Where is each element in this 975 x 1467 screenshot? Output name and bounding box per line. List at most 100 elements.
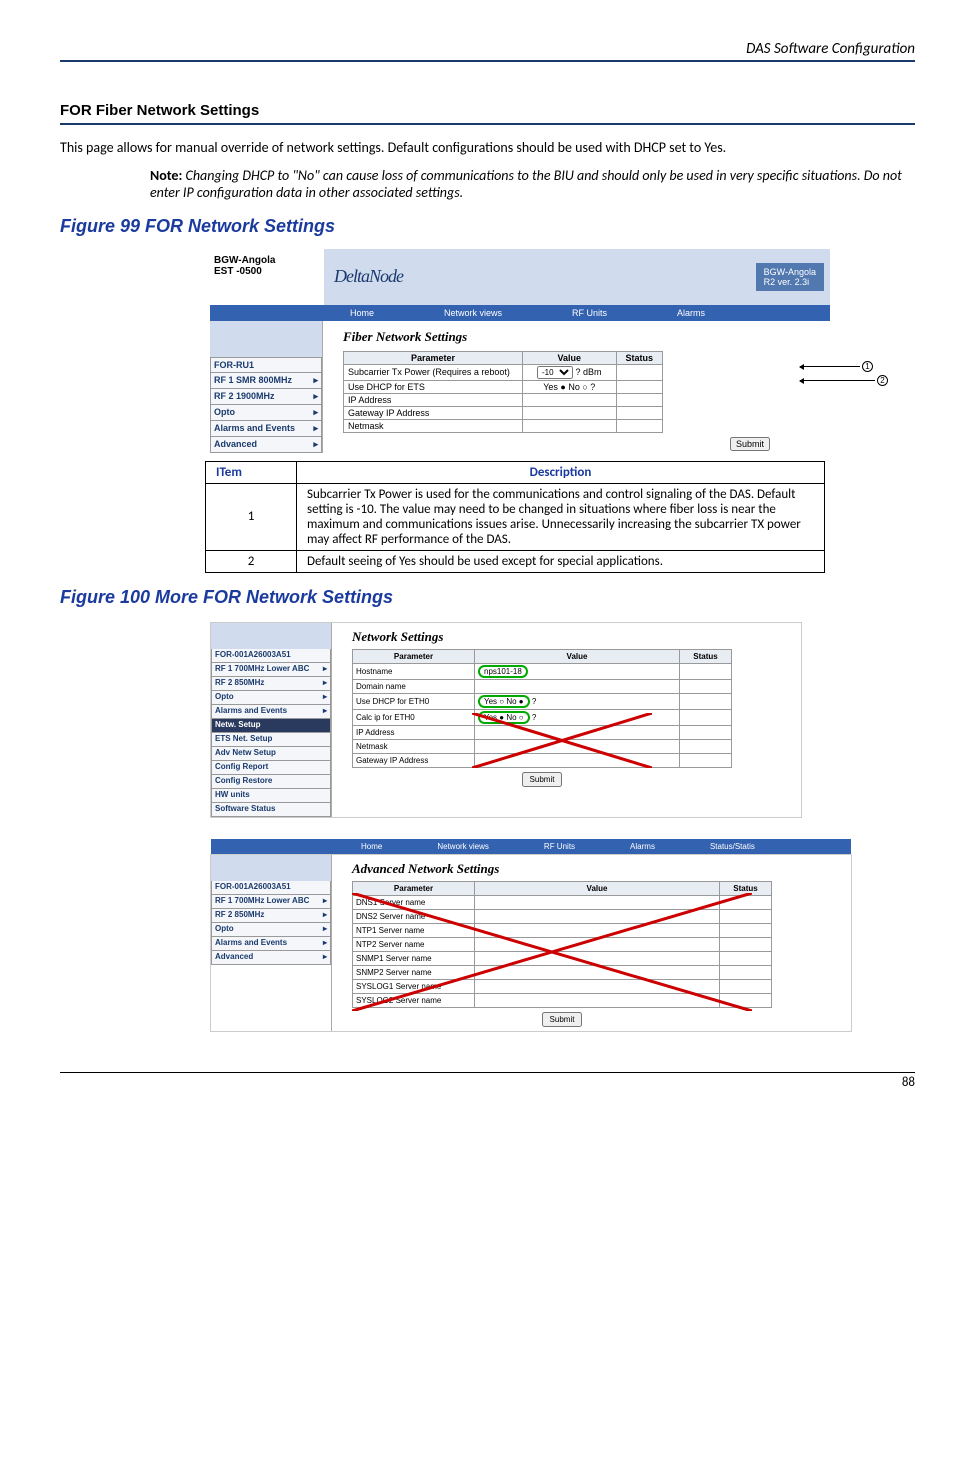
figure-99-title: Figure 99 FOR Network Settings: [60, 216, 915, 237]
param-name: Use DHCP for ETH0: [353, 693, 475, 709]
callout-1: 1: [862, 361, 873, 372]
figure-100-screenshot-a: FOR-001A26003A51 RF 1 700MHz Lower ABC▸ …: [210, 622, 802, 818]
table-header: Status: [720, 881, 772, 895]
sidebar-item[interactable]: Opto▸: [211, 923, 331, 937]
sidebar-item[interactable]: FOR-001A26003A51: [211, 881, 331, 895]
sidebar-item[interactable]: Alarms and Events▸: [211, 705, 331, 719]
nav-alarms[interactable]: Alarms: [677, 308, 705, 318]
nav-network-views[interactable]: Network views: [444, 308, 502, 318]
sidebar-item[interactable]: Adv Netw Setup: [211, 747, 331, 761]
sidebar-item[interactable]: Netw. Setup: [211, 719, 331, 733]
sidebar-item[interactable]: Config Report: [211, 761, 331, 775]
main-nav[interactable]: Home Network views RF Units Alarms Statu…: [211, 839, 851, 854]
sidebar-item[interactable]: Alarms and Events▸: [210, 421, 322, 437]
sidebar-item[interactable]: RF 2 850MHz▸: [211, 677, 331, 691]
intro-text: This page allows for manual override of …: [60, 139, 915, 157]
param-name: SYSLOG2 Server name: [353, 993, 475, 1007]
param-name: IP Address: [353, 725, 475, 739]
panel-title: Advanced Network Settings: [352, 861, 851, 877]
table-row-item: 2: [206, 550, 297, 572]
sidebar-item[interactable]: FOR-RU1: [210, 358, 322, 373]
note-block: Note: Changing DHCP to "No" can cause lo…: [150, 167, 915, 202]
nav-home[interactable]: Home: [350, 308, 374, 318]
param-name: Domain name: [353, 679, 475, 693]
sidebar-item[interactable]: RF 2 1900MHz▸: [210, 389, 322, 405]
table-header-item: ITem: [206, 461, 297, 483]
sidebar-item[interactable]: Software Status: [211, 803, 331, 817]
version-box: BGW-Angola R2 ver. 2.3i: [756, 263, 824, 291]
table-row-item: 1: [206, 483, 297, 550]
param-name: Netmask: [353, 739, 475, 753]
sidebar-item[interactable]: Opto▸: [210, 405, 322, 421]
param-name: NTP1 Server name: [353, 923, 475, 937]
sidebar-logo: [211, 855, 331, 881]
nav-rf-units[interactable]: RF Units: [572, 308, 607, 318]
param-name: Netmask: [344, 419, 523, 432]
callout-2: 2: [877, 375, 888, 386]
tx-power-select[interactable]: -10: [537, 366, 573, 379]
figure-100-screenshot-b: Home Network views RF Units Alarms Statu…: [210, 854, 852, 1032]
panel-title: Network Settings: [352, 629, 801, 645]
hostname-field: nps101-18: [478, 665, 528, 678]
note-text: Changing DHCP to "No" can cause loss of …: [150, 167, 902, 202]
table-row-desc: Subcarrier Tx Power is used for the comm…: [297, 483, 825, 550]
sidebar-item[interactable]: FOR-001A26003A51: [211, 649, 331, 663]
sidebar-nav: FOR-RU1 RF 1 SMR 800MHz▸ RF 2 1900MHz▸ O…: [210, 321, 323, 453]
page-number: 88: [60, 1072, 915, 1090]
submit-button[interactable]: Submit: [522, 772, 563, 787]
sidebar-item[interactable]: Config Restore: [211, 775, 331, 789]
param-name: Subcarrier Tx Power (Requires a reboot): [344, 364, 523, 380]
note-label: Note:: [150, 167, 182, 184]
sidebar-item[interactable]: RF 2 850MHz▸: [211, 909, 331, 923]
sidebar-item[interactable]: RF 1 700MHz Lower ABC▸: [211, 895, 331, 909]
sidebar-item[interactable]: Advanced▸: [210, 437, 322, 453]
main-nav[interactable]: Home Network views RF Units Alarms: [210, 305, 830, 321]
callout-arrow: [800, 366, 860, 367]
param-name: DNS2 Server name: [353, 909, 475, 923]
sidebar-item[interactable]: ETS Net. Setup: [211, 733, 331, 747]
panel-title: Fiber Network Settings: [343, 329, 830, 345]
param-name: IP Address: [344, 393, 523, 406]
params-table: Parameter Value Status Subcarrier Tx Pow…: [343, 351, 663, 433]
callout-arrow: [800, 380, 875, 381]
sidebar-logo: [211, 623, 331, 649]
param-name: DNS1 Server name: [353, 895, 475, 909]
param-name: SYSLOG1 Server name: [353, 979, 475, 993]
sidebar-item[interactable]: Opto▸: [211, 691, 331, 705]
site-name: BGW-Angola EST -0500: [210, 249, 324, 305]
dhcp-radio: Yes ○ No ●: [478, 695, 530, 708]
table-header-desc: Description: [297, 461, 825, 483]
param-value[interactable]: -10 ? dBm: [523, 364, 617, 380]
param-name: NTP2 Server name: [353, 937, 475, 951]
table-header: Parameter: [353, 649, 475, 663]
figure-100-title: Figure 100 More FOR Network Settings: [60, 587, 915, 608]
figure-99-screenshot: BGW-Angola EST -0500 DeltaNode BGW-Angol…: [210, 249, 830, 453]
sidebar-item[interactable]: HW units: [211, 789, 331, 803]
table-row-desc: Default seeing of Yes should be used exc…: [297, 550, 825, 572]
sidebar-item[interactable]: Alarms and Events▸: [211, 937, 331, 951]
description-table: ITem Description 1 Subcarrier Tx Power i…: [205, 461, 825, 573]
param-name: SNMP1 Server name: [353, 951, 475, 965]
sidebar-nav: FOR-001A26003A51 RF 1 700MHz Lower ABC▸ …: [211, 623, 332, 817]
table-header: Status: [680, 649, 732, 663]
params-table: Parameter Value Status Hostnamenps101-18…: [352, 649, 732, 768]
submit-button[interactable]: Submit: [730, 437, 770, 451]
param-name: Gateway IP Address: [353, 753, 475, 767]
param-name: Use DHCP for ETS: [344, 380, 523, 393]
section-title: FOR Fiber Network Settings: [60, 102, 915, 121]
table-header: Value: [475, 881, 720, 895]
submit-button[interactable]: Submit: [542, 1012, 583, 1027]
table-header: Parameter: [353, 881, 475, 895]
table-header: Status: [616, 351, 662, 364]
param-name: Calc ip for ETH0: [353, 709, 475, 725]
table-header: Value: [523, 351, 617, 364]
param-value[interactable]: Yes ● No ○ ?: [523, 380, 617, 393]
sidebar-nav: FOR-001A26003A51 RF 1 700MHz Lower ABC▸ …: [211, 855, 332, 1031]
sidebar-item[interactable]: RF 1 700MHz Lower ABC▸: [211, 663, 331, 677]
page-header: DAS Software Configuration: [60, 40, 915, 60]
param-name: Gateway IP Address: [344, 406, 523, 419]
params-table: Parameter Value Status DNS1 Server name …: [352, 881, 772, 1008]
sidebar-item[interactable]: RF 1 SMR 800MHz▸: [210, 373, 322, 389]
sidebar-item[interactable]: Advanced▸: [211, 951, 331, 965]
param-name: Hostname: [353, 663, 475, 679]
